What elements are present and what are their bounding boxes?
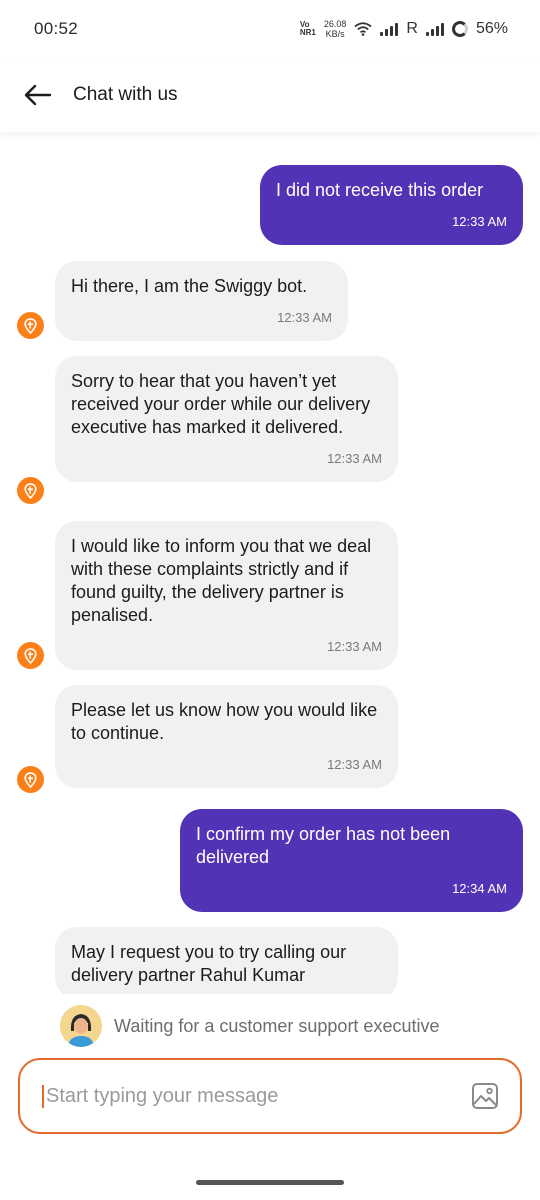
- message-time: 12:33 AM: [327, 451, 382, 466]
- network-speed: 26.08 KB/s: [323, 19, 347, 39]
- message-bubble-bot: May I request you to try calling our del…: [55, 927, 398, 994]
- message-bubble-bot: Please let us know how you would like to…: [55, 685, 398, 788]
- wifi-icon: [354, 22, 372, 36]
- sim2-label: R: [406, 20, 418, 37]
- message-text: I did not receive this order: [276, 180, 484, 200]
- swiggy-bot-icon: [17, 477, 44, 504]
- message-bubble-bot: I would like to inform you that we deal …: [55, 521, 398, 670]
- message-time: 12:33 AM: [452, 214, 507, 229]
- message-text: Sorry to hear that you haven’t yet recei…: [71, 371, 371, 437]
- status-time: 00:52: [34, 19, 79, 38]
- back-button[interactable]: [22, 79, 54, 111]
- message-time: 12:33 AM: [277, 310, 332, 325]
- swiggy-bot-icon: [17, 312, 44, 339]
- message-bubble-user: I confirm my order has not been delivere…: [180, 809, 523, 912]
- message-text: I confirm my order has not been delivere…: [196, 824, 451, 867]
- message-time: 12:33 AM: [327, 639, 382, 654]
- message-text: Hi there, I am the Swiggy bot.: [71, 276, 308, 296]
- home-indicator[interactable]: [196, 1180, 344, 1185]
- message-time: 12:34 AM: [452, 881, 507, 896]
- vonr-indicator: Vo NR1: [299, 20, 316, 37]
- arrow-left-icon: [24, 84, 52, 106]
- page-title: Chat with us: [73, 84, 178, 105]
- message-text: Please let us know how you would like to…: [71, 700, 378, 743]
- image-icon: [472, 1083, 498, 1109]
- message-bubble-bot: Hi there, I am the Swiggy bot. 12:33 AM: [55, 261, 348, 341]
- message-bubble-bot: Sorry to hear that you haven’t yet recei…: [55, 356, 398, 482]
- message-time: 12:33 AM: [327, 757, 382, 772]
- message-bubble-user: I did not receive this order 12:33 AM: [260, 165, 523, 245]
- status-bar: 00:52 Vo NR1 26.08 KB/s R 56%: [0, 0, 540, 58]
- battery-percent: 56%: [475, 20, 508, 37]
- message-composer: [18, 1058, 522, 1134]
- message-input[interactable]: [42, 1084, 470, 1108]
- message-text: May I request you to try calling our del…: [71, 942, 347, 985]
- waiting-text: Waiting for a customer support executive: [114, 1015, 440, 1036]
- message-text: I would like to inform you that we deal …: [71, 536, 372, 625]
- signal-icon: [380, 22, 399, 36]
- app-header: Chat with us: [0, 58, 540, 132]
- status-icons: Vo NR1 26.08 KB/s R 56%: [300, 19, 508, 39]
- agent-avatar-icon: [60, 1005, 102, 1047]
- waiting-status: Waiting for a customer support executive: [0, 1000, 540, 1052]
- battery-icon: [451, 21, 468, 37]
- attach-image-button[interactable]: [470, 1081, 500, 1111]
- chat-thread[interactable]: I did not receive this order 12:33 AM Hi…: [0, 132, 540, 994]
- signal-icon-2: [425, 22, 444, 36]
- swiggy-bot-icon: [17, 642, 44, 669]
- swiggy-bot-icon: [17, 766, 44, 793]
